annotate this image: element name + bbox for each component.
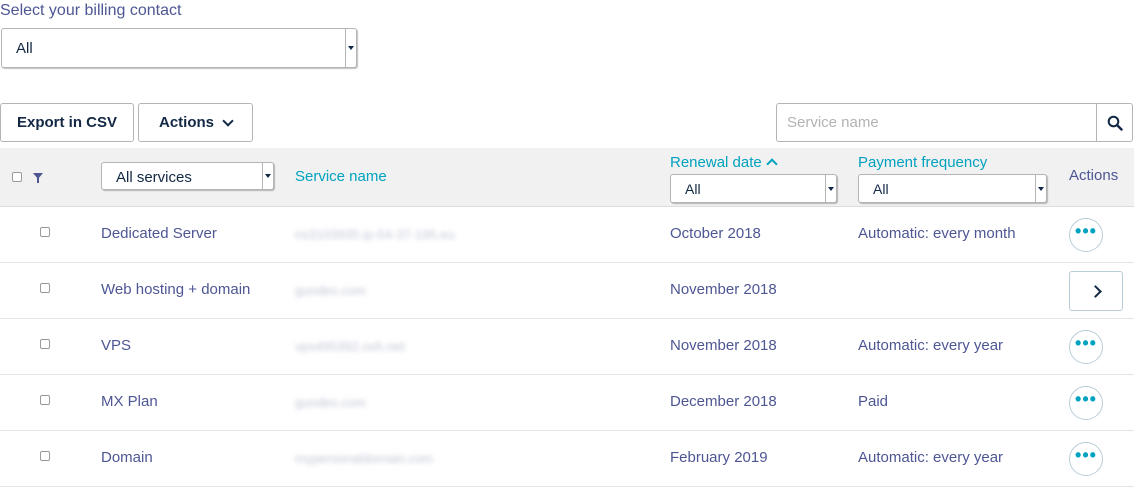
service-search-input[interactable] bbox=[776, 103, 1097, 142]
service-name-header[interactable]: Service name bbox=[295, 168, 387, 185]
frequency-filter-value: All bbox=[873, 181, 889, 197]
frequency-filter-select[interactable]: All bbox=[858, 174, 1047, 203]
row-checkbox[interactable] bbox=[40, 395, 50, 405]
service-type: Web hosting + domain bbox=[101, 281, 251, 298]
service-type: MX Plan bbox=[101, 393, 158, 410]
more-dots-icon[interactable]: ••• bbox=[1069, 218, 1103, 252]
more-dots-icon[interactable]: ••• bbox=[1069, 386, 1103, 420]
billing-contact-value: All bbox=[16, 40, 33, 57]
service-name[interactable]: gundes.com bbox=[295, 395, 366, 410]
service-type: Dedicated Server bbox=[101, 225, 217, 242]
payment-frequency: Automatic: every month bbox=[858, 225, 1016, 242]
row-checkbox[interactable] bbox=[40, 339, 50, 349]
row-checkbox[interactable] bbox=[40, 283, 50, 293]
actions-dropdown-button[interactable]: Actions bbox=[138, 103, 253, 142]
dropdown-arrow-icon bbox=[825, 175, 836, 202]
services-filter-value: All services bbox=[116, 169, 192, 186]
service-name[interactable]: gundes.com bbox=[295, 283, 366, 298]
chevron-down-icon bbox=[222, 114, 234, 127]
renewal-date: October 2018 bbox=[670, 225, 761, 242]
billing-contact-label: Select your billing contact bbox=[0, 2, 182, 19]
service-name[interactable]: mypersonaldomain.com bbox=[295, 451, 433, 466]
renewal-date: February 2019 bbox=[670, 449, 768, 466]
payment-frequency: Paid bbox=[858, 393, 889, 410]
renewal-date: November 2018 bbox=[670, 281, 777, 298]
actions-header: Actions bbox=[1069, 167, 1119, 184]
row-checkbox[interactable] bbox=[40, 227, 50, 237]
renewal-date-header-label: Renewal date bbox=[670, 154, 762, 171]
actions-button-label: Actions bbox=[158, 114, 214, 131]
renewal-date: December 2018 bbox=[670, 393, 777, 410]
dropdown-arrow-icon bbox=[345, 29, 356, 67]
table-row: Domain mypersonaldomain.com February 201… bbox=[0, 431, 1134, 487]
open-service-button[interactable] bbox=[1069, 271, 1123, 311]
service-type: VPS bbox=[101, 337, 132, 354]
filter-icon[interactable] bbox=[33, 173, 43, 183]
renewal-date: November 2018 bbox=[670, 337, 777, 354]
payment-frequency-header[interactable]: Payment frequency bbox=[858, 154, 987, 171]
dropdown-arrow-icon bbox=[262, 163, 273, 189]
more-dots-icon[interactable]: ••• bbox=[1069, 442, 1103, 476]
services-filter-select[interactable]: All services bbox=[101, 162, 274, 190]
table-header: All services Service name Renewal date A… bbox=[0, 148, 1134, 207]
select-all-checkbox[interactable] bbox=[12, 172, 22, 182]
payment-frequency: Automatic: every year bbox=[858, 449, 1004, 466]
row-checkbox[interactable] bbox=[40, 451, 50, 461]
service-name[interactable]: ns3103935.ip-54-37-195.eu bbox=[295, 227, 455, 242]
export-csv-button[interactable]: Export in CSV bbox=[0, 103, 134, 142]
renewal-filter-select[interactable]: All bbox=[670, 174, 837, 203]
table-row: Dedicated Server ns3103935.ip-54-37-195.… bbox=[0, 207, 1134, 263]
service-name[interactable]: vps495392.ovh.net bbox=[295, 339, 405, 354]
renewal-filter-value: All bbox=[685, 181, 701, 197]
search-button[interactable] bbox=[1096, 103, 1133, 142]
service-type: Domain bbox=[101, 449, 153, 466]
table-row: Web hosting + domain gundes.com November… bbox=[0, 263, 1134, 319]
renewal-date-header[interactable]: Renewal date bbox=[670, 154, 778, 171]
billing-contact-select[interactable]: All bbox=[1, 28, 357, 68]
table-row: VPS vps495392.ovh.net November 2018 Auto… bbox=[0, 319, 1134, 375]
more-dots-icon[interactable]: ••• bbox=[1069, 330, 1103, 364]
dropdown-arrow-icon bbox=[1035, 175, 1046, 202]
table-row: MX Plan gundes.com December 2018 Paid ••… bbox=[0, 375, 1134, 431]
payment-frequency: Automatic: every year bbox=[858, 337, 1004, 354]
search-icon bbox=[1107, 115, 1123, 131]
chevron-right-icon bbox=[1089, 285, 1102, 298]
sort-ascending-icon bbox=[766, 158, 778, 170]
